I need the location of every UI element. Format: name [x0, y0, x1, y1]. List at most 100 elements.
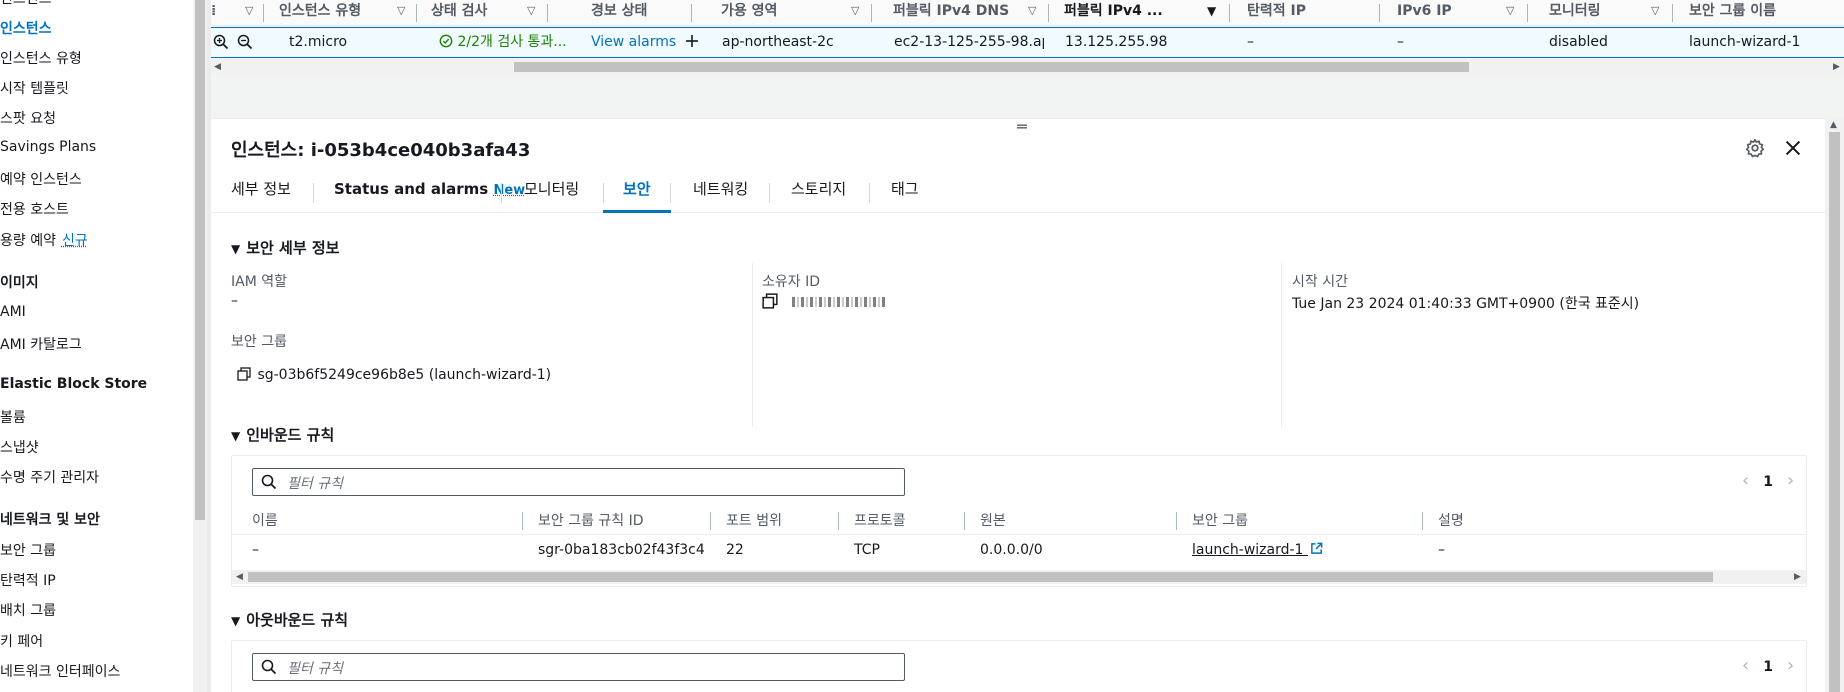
nav-item-ami-catalog[interactable]: AMI 카탈로그 [0, 334, 82, 354]
nav-item-instance-types[interactable]: 인스턴스 유형 [0, 48, 82, 68]
sort-icon[interactable]: ▽ [1028, 0, 1036, 26]
column-header-source[interactable]: 원본 [980, 510, 1006, 530]
copy-icon[interactable] [762, 293, 778, 309]
column-header-rule-id[interactable]: 보안 그룹 규칙 ID [538, 510, 644, 530]
column-header-alarm-status[interactable]: 경보 상태 [591, 0, 681, 26]
hscrollbar-thumb[interactable] [248, 572, 1713, 582]
sort-icon[interactable]: ▽ [1506, 0, 1514, 26]
nav-section-images[interactable]: 이미지 [0, 272, 39, 292]
nav-item-placement-groups[interactable]: 배치 그룹 [0, 600, 56, 620]
close-icon[interactable] [1782, 137, 1804, 159]
sort-icon[interactable]: ▽ [1651, 0, 1659, 26]
column-header-name[interactable]: 이름 [252, 510, 278, 530]
security-group-link[interactable]: sg-03b6f5249ce96b8e5 (launch-wizard-1) [237, 367, 551, 383]
nav-item-key-pairs[interactable]: 키 페어 [0, 631, 43, 651]
tab-divider [869, 183, 870, 203]
cell-protocol: TCP [854, 542, 880, 558]
security-group-link-label: launch-wizard-1 [1192, 542, 1304, 558]
nav-scrollbar-thumb[interactable] [195, 0, 205, 520]
column-header-monitoring[interactable]: 모니터링 [1549, 0, 1639, 26]
column-resize-handle[interactable]: ⁞ [211, 0, 216, 26]
chevron-right-icon[interactable]: › [1787, 470, 1794, 491]
inbound-filter-input[interactable]: 필터 규칙 [252, 468, 905, 496]
sort-descending-icon[interactable]: ▼ [1207, 0, 1216, 26]
view-alarms-link[interactable]: View alarms [591, 28, 699, 57]
sort-icon[interactable]: ▽ [527, 0, 535, 26]
column-header-public-dns[interactable]: 퍼블릭 IPv4 DNS [893, 0, 1028, 26]
tab-networking[interactable]: 네트워킹 [693, 171, 748, 213]
column-header-protocol[interactable]: 프로토콜 [854, 510, 906, 530]
chevron-left-icon[interactable]: ‹ [1742, 470, 1749, 491]
column-divider [1176, 512, 1177, 530]
resize-handle-icon[interactable]: ═ [1017, 119, 1027, 135]
outbound-filter-input[interactable]: 필터 규칙 [252, 653, 905, 681]
tab-storage[interactable]: 스토리지 [791, 171, 846, 213]
security-group-external-link[interactable]: launch-wizard-1 [1192, 542, 1323, 558]
nav-item-savings-plans[interactable]: Savings Plans [0, 139, 96, 155]
sort-icon[interactable]: ▽ [245, 0, 253, 26]
nav-item-spot-requests[interactable]: 스팟 요청 [0, 108, 56, 128]
column-header-port-range[interactable]: 포트 범위 [726, 510, 782, 530]
column-header-ipv6[interactable]: IPv6 IP [1397, 0, 1487, 26]
security-groups-label: 보안 그룹 [231, 334, 287, 350]
zoom-in-icon[interactable] [213, 34, 229, 50]
copy-icon[interactable] [237, 367, 251, 381]
nav-item-ami[interactable]: AMI [0, 304, 26, 320]
inbound-rules-toggle[interactable]: ▼ 인바운드 규칙 [231, 424, 334, 445]
tab-tags[interactable]: 태그 [891, 171, 919, 213]
nav-item-lifecycle-manager[interactable]: 수명 주기 관리자 [0, 467, 99, 487]
scroll-right-arrow-icon[interactable]: ▶ [1833, 59, 1840, 75]
column-header-elastic-ip[interactable]: 탄력적 IP [1247, 0, 1333, 26]
nav-scrollbar[interactable] [193, 0, 207, 692]
column-header-security-group[interactable]: 보안 그룹 [1192, 510, 1248, 530]
page-number[interactable]: 1 [1763, 474, 1773, 490]
nav-item-reserved-instances[interactable]: 예약 인스턴스 [0, 169, 82, 189]
scroll-up-arrow-icon[interactable]: ▲ [1830, 118, 1837, 132]
column-header-availability-zone[interactable]: 가용 영역 [721, 0, 819, 26]
nav-item-cutoff[interactable]: 인스턴스 [0, 0, 52, 8]
column-header-public-ipv4[interactable]: 퍼블릭 IPv4 ... [1064, 0, 1169, 26]
inbound-hscrollbar[interactable]: ◀ ▶ [232, 570, 1806, 584]
nav-item-network-interfaces[interactable]: 네트워크 인터페이스 [0, 661, 120, 681]
nav-item-snapshots[interactable]: 스냅샷 [0, 437, 39, 457]
tab-security[interactable]: 보안 [603, 171, 671, 213]
column-header-status-check[interactable]: 상태 검사 [431, 0, 527, 26]
security-details-toggle[interactable]: ▼ 보안 세부 정보 [231, 237, 339, 258]
table-row-selected[interactable]: t2.micro 2/2개 검사 통과... View alarms ap-no… [211, 27, 1844, 58]
outbound-rules-toggle[interactable]: ▼ 아웃바운드 규칙 [231, 609, 348, 630]
nav-item-capacity-reservations[interactable]: 용량 예약 신규 [0, 230, 88, 250]
instances-table-header: ⁞ ▽ 인스턴스 유형 ▽ 상태 검사 ▽ 경보 상태 가용 영역 ▽ 퍼블릭 … [211, 0, 1844, 26]
column-header-description[interactable]: 설명 [1438, 510, 1464, 530]
instances-table-hscrollbar[interactable]: ◀ ▶ [211, 59, 1844, 75]
plus-icon[interactable] [685, 34, 699, 48]
chevron-right-icon[interactable]: › [1787, 655, 1794, 676]
tab-status-and-alarms[interactable]: Status and alarms New [334, 171, 525, 213]
chevron-left-icon[interactable]: ‹ [1742, 655, 1749, 676]
column-header-security-group-name[interactable]: 보안 그룹 이름 [1689, 0, 1839, 26]
panel-vscrollbar[interactable]: ▲ [1825, 118, 1844, 692]
nav-item-elastic-ips[interactable]: 탄력적 IP [0, 570, 56, 590]
nav-item-instances[interactable]: 인스턴스 [0, 18, 52, 38]
nav-item-launch-templates[interactable]: 시작 템플릿 [0, 78, 69, 98]
nav-item-dedicated-hosts[interactable]: 전용 호스트 [0, 199, 69, 219]
zoom-out-icon[interactable] [237, 34, 253, 50]
nav-item-security-groups[interactable]: 보안 그룹 [0, 540, 56, 560]
nav-section-ebs[interactable]: Elastic Block Store [0, 376, 147, 392]
cell-availability-zone: ap-northeast-2c [722, 34, 834, 50]
tab-divider [313, 183, 314, 203]
gear-icon[interactable] [1744, 137, 1766, 159]
tab-monitoring[interactable]: 모니터링 [524, 171, 579, 213]
nav-item-volumes[interactable]: 볼륨 [0, 407, 26, 427]
vscrollbar-thumb[interactable] [1829, 132, 1840, 692]
column-header-instance-type[interactable]: 인스턴스 유형 [279, 0, 397, 26]
scroll-right-arrow-icon[interactable]: ▶ [1794, 570, 1801, 584]
scroll-left-arrow-icon[interactable]: ◀ [236, 570, 243, 584]
nav-section-network-security[interactable]: 네트워크 및 보안 [0, 509, 100, 529]
page-number[interactable]: 1 [1763, 659, 1773, 675]
tab-divider [769, 183, 770, 203]
sort-icon[interactable]: ▽ [851, 0, 859, 26]
hscrollbar-thumb[interactable] [514, 62, 1469, 72]
scroll-left-arrow-icon[interactable]: ◀ [214, 59, 221, 75]
tab-details[interactable]: 세부 정보 [231, 171, 291, 213]
sort-icon[interactable]: ▽ [397, 0, 405, 26]
